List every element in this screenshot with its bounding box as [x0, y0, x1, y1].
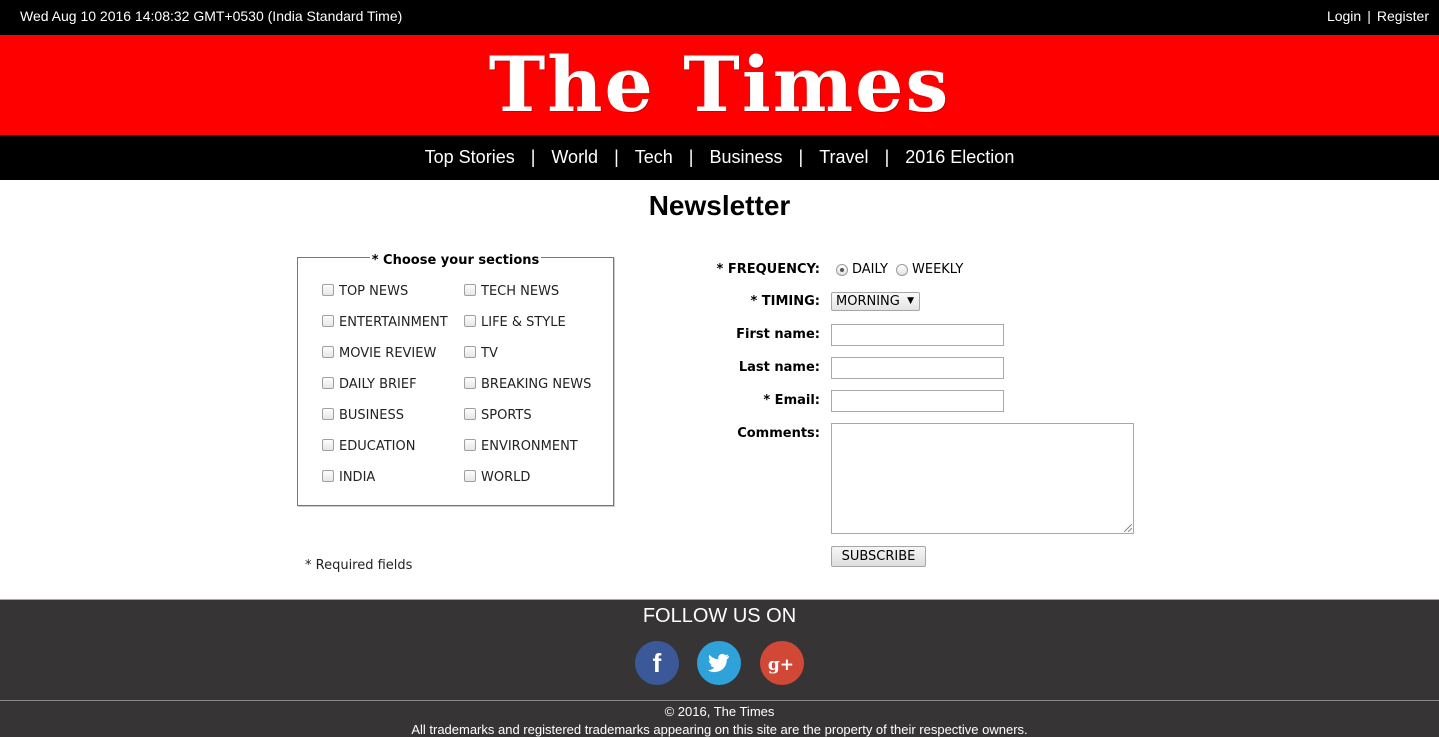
nav-item-top-stories[interactable]: Top Stories — [425, 147, 515, 168]
nav-item-travel[interactable]: Travel — [819, 147, 868, 168]
first-name-field[interactable] — [831, 324, 1004, 346]
checkbox-movie-review[interactable]: MOVIE REVIEW — [322, 345, 436, 361]
footer-divider — [0, 700, 1439, 701]
timing-select[interactable]: MORNING ▼ — [831, 292, 920, 311]
comments-textarea[interactable] — [831, 423, 1134, 534]
nav-item-2016-election[interactable]: 2016 Election — [905, 147, 1014, 168]
auth-separator: | — [1367, 8, 1371, 24]
login-link[interactable]: Login — [1327, 8, 1361, 24]
facebook-glyph: f — [653, 648, 662, 678]
nav-separator: | — [530, 147, 536, 167]
nav-separator: | — [614, 147, 619, 167]
facebook-icon[interactable]: f — [635, 641, 679, 685]
checkbox-box[interactable] — [464, 407, 476, 420]
radio-weekly-dot[interactable] — [896, 263, 908, 276]
comments-label: Comments: — [737, 426, 820, 441]
register-link[interactable]: Register — [1377, 8, 1429, 24]
sections-legend: * Choose your sections — [369, 253, 542, 268]
current-datetime: Wed Aug 10 2016 14:08:32 GMT+0530 (India… — [20, 8, 403, 24]
google-plus-glyph: g+ — [768, 655, 794, 675]
nav-item-business[interactable]: Business — [709, 147, 782, 168]
first-name-label: First name: — [736, 327, 820, 342]
checkbox-life-style[interactable]: LIFE & STYLE — [464, 314, 566, 330]
twitter-glyph — [708, 653, 729, 673]
checkbox-box[interactable] — [464, 438, 476, 451]
auth-links: Login | Register — [1327, 8, 1429, 24]
radio-daily-dot[interactable] — [836, 263, 848, 276]
timing-label: * TIMING: — [750, 294, 820, 309]
follow-us-heading: FOLLOW US ON — [642, 605, 797, 627]
svg-text:f: f — [653, 648, 662, 678]
checkbox-box[interactable] — [464, 469, 476, 482]
checkbox-top-news[interactable]: TOP NEWS — [322, 283, 408, 299]
checkbox-box[interactable] — [322, 314, 334, 327]
email-field[interactable] — [831, 390, 1004, 412]
checkbox-box[interactable] — [464, 314, 476, 327]
checkbox-india[interactable]: INDIA — [322, 469, 375, 485]
email-label: * Email: — [763, 393, 820, 408]
main-nav: Top Stories | World | Tech | Business | … — [0, 135, 1439, 180]
subscribe-button[interactable]: SUBSCRIBE — [831, 546, 926, 567]
checkbox-tv[interactable]: TV — [464, 345, 498, 361]
checkbox-sports[interactable]: SPORTS — [464, 407, 532, 423]
checkbox-box[interactable] — [322, 345, 334, 358]
twitter-icon[interactable] — [697, 641, 741, 685]
checkbox-breaking-news[interactable]: BREAKING NEWS — [464, 376, 591, 392]
nav-item-world[interactable]: World — [551, 147, 598, 168]
checkbox-box[interactable] — [464, 345, 476, 358]
google-plus-icon[interactable]: g+ — [760, 641, 804, 685]
last-name-label: Last name: — [738, 360, 820, 375]
masthead: The Times — [0, 35, 1439, 135]
checkbox-box[interactable] — [464, 376, 476, 389]
svg-text:g+: g+ — [768, 655, 794, 675]
checkbox-daily-brief[interactable]: DAILY BRIEF — [322, 376, 417, 392]
checkbox-education[interactable]: EDUCATION — [322, 438, 415, 454]
checkbox-world[interactable]: WORLD — [464, 469, 530, 485]
checkbox-environment[interactable]: ENVIRONMENT — [464, 438, 578, 454]
checkbox-box[interactable] — [322, 376, 334, 389]
checkbox-box[interactable] — [322, 438, 334, 451]
nav-separator: | — [798, 147, 804, 167]
frequency-label: * FREQUENCY: — [716, 262, 821, 277]
copyright-text: © 2016, The Times — [664, 704, 775, 719]
page-title: Newsletter — [648, 190, 791, 221]
radio-weekly[interactable]: WEEKLY — [896, 262, 963, 277]
timing-select-value: MORNING — [836, 294, 900, 309]
chevron-down-icon: ▼ — [907, 296, 914, 306]
checkbox-tech-news[interactable]: TECH NEWS — [464, 283, 559, 299]
last-name-field[interactable] — [831, 357, 1004, 379]
radio-daily[interactable]: DAILY — [836, 262, 888, 277]
checkbox-entertainment[interactable]: ENTERTAINMENT — [322, 314, 448, 330]
required-fields-note: * Required fields — [305, 558, 413, 573]
resize-grip-icon[interactable] — [1124, 524, 1132, 532]
checkbox-business[interactable]: BUSINESS — [322, 407, 404, 423]
nav-item-tech[interactable]: Tech — [635, 147, 673, 168]
checkbox-box[interactable] — [322, 407, 334, 420]
site-logo[interactable]: The Times — [489, 37, 951, 133]
nav-separator: | — [688, 147, 694, 167]
checkbox-box[interactable] — [322, 283, 334, 296]
trademark-notice: All trademarks and registered trademarks… — [411, 722, 1028, 737]
top-bar: Wed Aug 10 2016 14:08:32 GMT+0530 (India… — [0, 0, 1439, 35]
nav-separator: | — [884, 147, 890, 167]
checkbox-box[interactable] — [464, 283, 476, 296]
checkbox-box[interactable] — [322, 469, 334, 482]
